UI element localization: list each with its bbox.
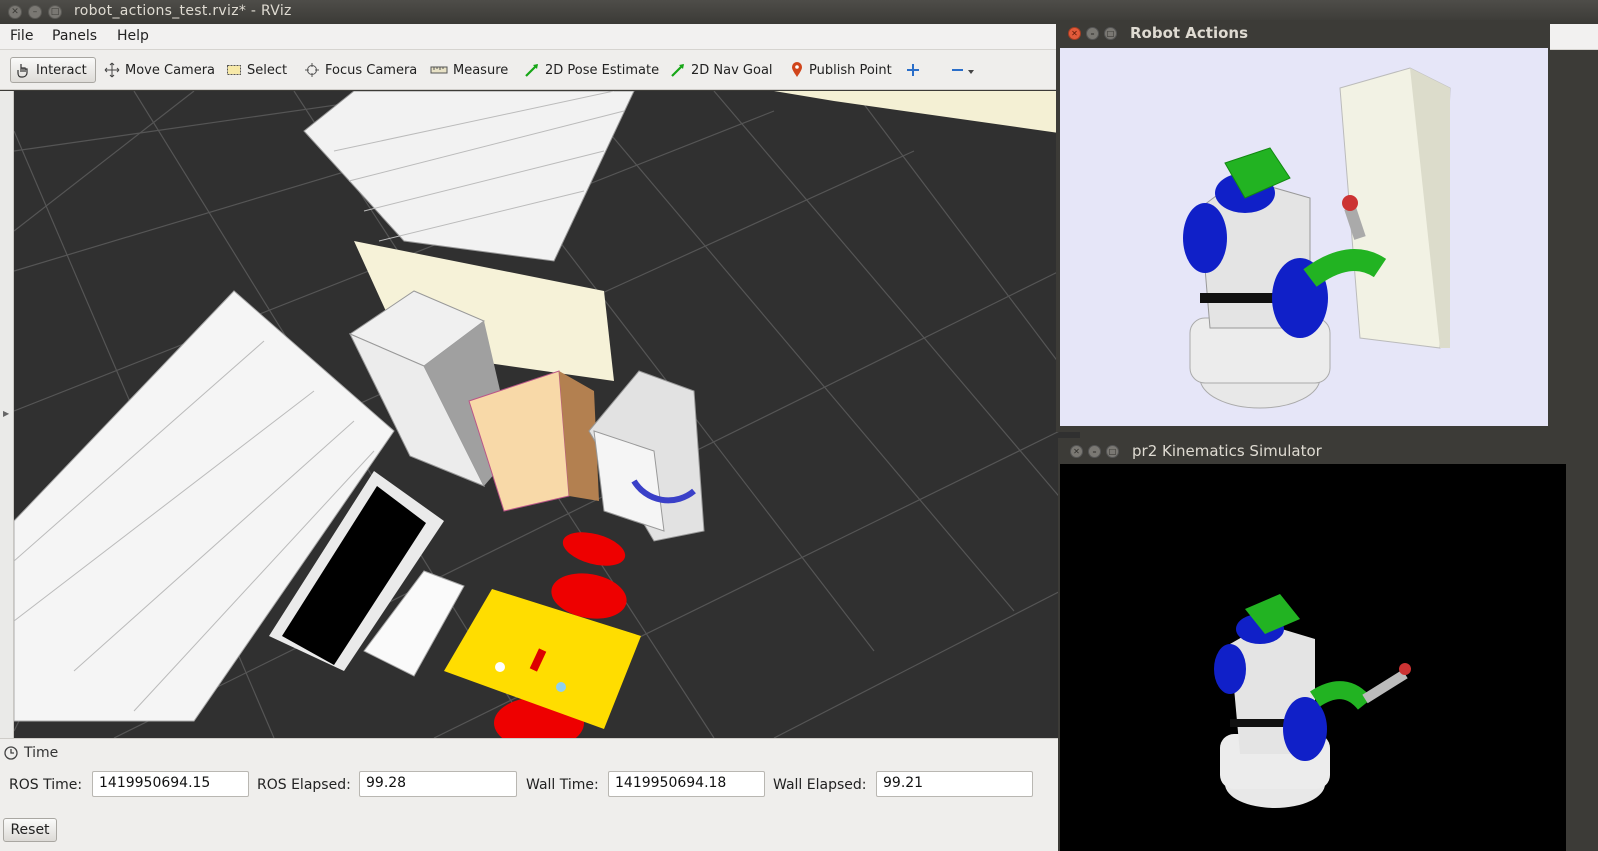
menu-help[interactable]: Help	[117, 28, 149, 44]
table-object-blue	[556, 682, 566, 692]
ros-elapsed-field[interactable]: 99.28	[359, 771, 517, 797]
tool-label: Publish Point	[809, 62, 892, 78]
wall-time-field[interactable]: 1419950694.18	[608, 771, 765, 797]
kinematics-title: pr2 Kinematics Simulator	[1132, 442, 1322, 460]
reset-button[interactable]: Reset	[3, 818, 57, 842]
ros-time-label: ROS Time:	[9, 777, 83, 793]
tool-label: Interact	[36, 62, 87, 78]
robot-actions-window: ✕ – □ Robot Actions	[1056, 20, 1550, 432]
close-icon[interactable]: ✕	[1068, 27, 1081, 40]
maximize-window-button[interactable]: □	[48, 5, 62, 19]
minimize-icon[interactable]: –	[1086, 27, 1099, 40]
tool-2d-pose-estimate-button[interactable]: 2D Pose Estimate	[520, 57, 663, 83]
fridge	[588, 370, 705, 542]
tool-select-button[interactable]: Select	[222, 57, 291, 83]
menu-panels[interactable]: Panels	[52, 28, 97, 44]
pr2-robot-render	[1214, 594, 1411, 808]
time-panel: Time ROS Time: 1419950694.15 ROS Elapsed…	[0, 738, 1080, 851]
clock-icon	[4, 746, 18, 760]
hand-pointer-icon	[17, 64, 28, 78]
minus-dropdown-icon	[952, 69, 974, 74]
pr2-robot-render	[1183, 67, 1451, 409]
minimize-icon[interactable]: –	[1088, 445, 1101, 458]
tool-2d-nav-goal-button[interactable]: 2D Nav Goal	[666, 57, 777, 83]
crosshair-icon	[305, 63, 319, 77]
wall-elapsed-label: Wall Elapsed:	[773, 777, 867, 793]
shelf-back	[303, 91, 635, 262]
ruler-icon	[430, 66, 448, 74]
remove-tool-button[interactable]	[946, 57, 985, 83]
tool-label: 2D Pose Estimate	[545, 62, 660, 78]
kinematics-render[interactable]	[1060, 464, 1566, 851]
time-panel-title-text: Time	[24, 745, 59, 761]
close-window-button[interactable]: ✕	[8, 5, 22, 19]
green-arrow-icon	[671, 64, 684, 77]
robot-actions-title: Robot Actions	[1130, 24, 1249, 42]
tool-label: Select	[247, 62, 288, 78]
robot-actions-render[interactable]	[1060, 48, 1548, 426]
move-arrows-icon	[104, 62, 120, 78]
close-icon[interactable]: ✕	[1070, 445, 1083, 458]
expand-arrow-icon: ▶	[3, 409, 10, 418]
tool-label: Measure	[453, 62, 509, 78]
wall-elapsed-field[interactable]: 99.21	[876, 771, 1033, 797]
menu-file[interactable]: File	[10, 28, 33, 44]
robot-actions-title-bar: ✕ – □ Robot Actions	[1056, 20, 1550, 46]
ros-elapsed-label: ROS Elapsed:	[257, 777, 351, 793]
tool-interact-button[interactable]: Interact	[10, 57, 96, 83]
plus-icon	[907, 64, 919, 76]
tool-label: 2D Nav Goal	[691, 62, 773, 78]
tool-label: Focus Camera	[325, 62, 418, 78]
3d-viewport[interactable]	[14, 91, 1080, 738]
time-panel-title: Time	[4, 745, 58, 761]
green-arrow-icon	[525, 64, 538, 77]
window-title: robot_actions_test.rviz* - RViz	[74, 3, 292, 19]
left-dock-collapse-bar[interactable]: ▶	[0, 91, 14, 738]
wall-time-label: Wall Time:	[526, 777, 599, 793]
tool-publish-point-button[interactable]: Publish Point	[786, 57, 896, 83]
scene-render	[14, 91, 1080, 738]
ros-time-field[interactable]: 1419950694.15	[92, 771, 249, 797]
map-pin-icon	[792, 62, 802, 77]
tool-label: Move Camera	[125, 62, 216, 78]
selection-rectangle-icon	[227, 65, 241, 75]
minimize-window-button[interactable]: –	[28, 5, 42, 19]
rviz-desktop: ✕ – □ robot_actions_test.rviz* - RViz Fi…	[0, 0, 1598, 851]
tool-move-camera-button[interactable]: Move Camera	[100, 57, 219, 83]
kinematics-title-bar: ✕ – □ pr2 Kinematics Simulator	[1058, 438, 1568, 464]
tool-measure-button[interactable]: Measure	[426, 57, 512, 83]
maximize-icon[interactable]: □	[1106, 445, 1119, 458]
tool-bar: Interact Move Camera Select Focus Camera…	[0, 50, 1080, 90]
back-wall	[774, 91, 1080, 136]
add-tool-button[interactable]	[902, 57, 929, 83]
table-object-white	[495, 662, 505, 672]
maximize-icon[interactable]: □	[1104, 27, 1117, 40]
tool-focus-camera-button[interactable]: Focus Camera	[300, 57, 421, 83]
kinematics-simulator-window: ✕ – □ pr2 Kinematics Simulator	[1058, 438, 1568, 851]
